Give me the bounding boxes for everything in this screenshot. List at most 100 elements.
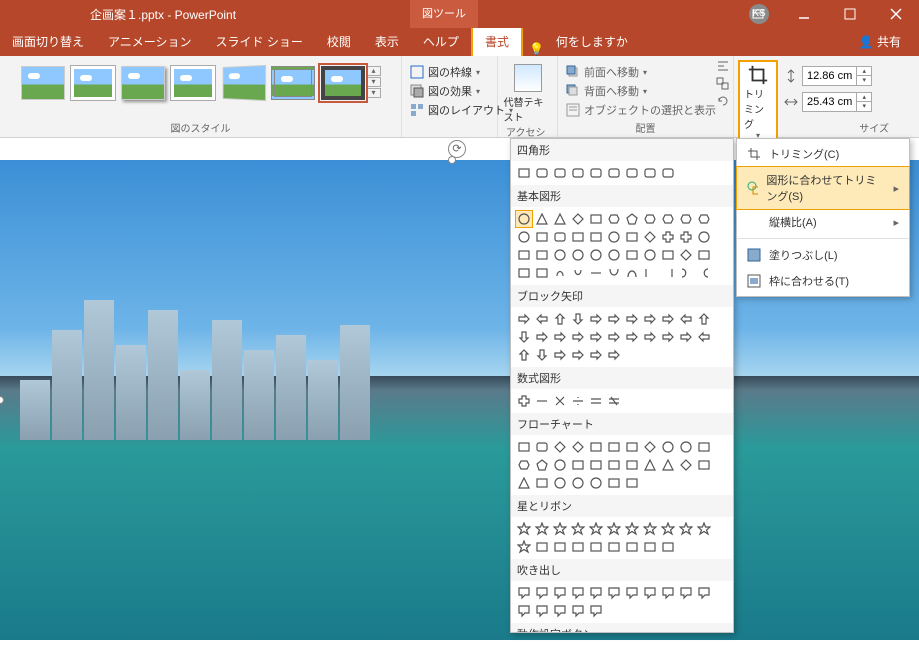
shape-option[interactable] bbox=[623, 474, 641, 492]
shape-option[interactable] bbox=[677, 228, 695, 246]
maximize-button[interactable] bbox=[827, 0, 873, 28]
shape-option[interactable] bbox=[533, 310, 551, 328]
shape-option[interactable] bbox=[587, 456, 605, 474]
crop-button[interactable]: トリミング ▾ bbox=[738, 60, 778, 144]
shape-option[interactable] bbox=[605, 538, 623, 556]
shape-option[interactable] bbox=[551, 228, 569, 246]
shape-option[interactable] bbox=[623, 310, 641, 328]
shape-option[interactable] bbox=[551, 246, 569, 264]
shape-option[interactable] bbox=[533, 602, 551, 620]
style-thumb-7[interactable] bbox=[321, 66, 365, 100]
shape-option[interactable] bbox=[605, 520, 623, 538]
shape-option[interactable] bbox=[659, 210, 677, 228]
tab-tellme[interactable]: 何をしますか bbox=[544, 27, 640, 56]
shape-option[interactable] bbox=[605, 310, 623, 328]
shape-option[interactable] bbox=[695, 584, 713, 602]
shape-option[interactable] bbox=[605, 228, 623, 246]
alt-text-button[interactable]: 代替テキスト bbox=[504, 60, 552, 124]
tab-review[interactable]: 校閲 bbox=[315, 27, 363, 56]
shape-option[interactable] bbox=[623, 456, 641, 474]
shape-option[interactable] bbox=[587, 584, 605, 602]
shape-option[interactable] bbox=[677, 456, 695, 474]
shape-option[interactable] bbox=[695, 246, 713, 264]
shape-option[interactable] bbox=[659, 584, 677, 602]
shape-option[interactable] bbox=[677, 264, 695, 282]
shape-option[interactable] bbox=[623, 210, 641, 228]
shape-option[interactable] bbox=[695, 520, 713, 538]
height-down[interactable]: ▾ bbox=[857, 76, 871, 85]
shape-option[interactable] bbox=[587, 602, 605, 620]
shape-option[interactable] bbox=[515, 228, 533, 246]
shape-option[interactable] bbox=[587, 264, 605, 282]
style-thumb-6[interactable] bbox=[271, 66, 315, 100]
shape-option[interactable] bbox=[641, 520, 659, 538]
shape-option[interactable] bbox=[695, 210, 713, 228]
menu-fit[interactable]: 枠に合わせる(T) bbox=[737, 268, 909, 294]
shape-option[interactable] bbox=[533, 246, 551, 264]
shape-option[interactable] bbox=[605, 584, 623, 602]
shape-option[interactable] bbox=[569, 210, 587, 228]
shape-option[interactable] bbox=[533, 584, 551, 602]
shape-option[interactable] bbox=[515, 310, 533, 328]
shape-option[interactable] bbox=[623, 584, 641, 602]
shape-option[interactable] bbox=[641, 246, 659, 264]
send-backward-button[interactable]: 背面へ移動 ▾ bbox=[566, 83, 716, 99]
shape-option[interactable] bbox=[695, 228, 713, 246]
shape-option[interactable] bbox=[515, 474, 533, 492]
shape-option[interactable] bbox=[533, 456, 551, 474]
shape-option[interactable] bbox=[515, 456, 533, 474]
shape-option[interactable] bbox=[623, 164, 641, 182]
shape-option[interactable] bbox=[695, 328, 713, 346]
shape-option[interactable] bbox=[551, 164, 569, 182]
shape-option[interactable] bbox=[569, 392, 587, 410]
shape-option[interactable] bbox=[659, 264, 677, 282]
tab-animations[interactable]: アニメーション bbox=[96, 27, 204, 56]
shape-option[interactable] bbox=[659, 538, 677, 556]
tab-slideshow[interactable]: スライド ショー bbox=[204, 27, 315, 56]
shape-option[interactable] bbox=[641, 264, 659, 282]
rotate-button[interactable] bbox=[716, 94, 730, 111]
resize-handle-top[interactable] bbox=[448, 156, 456, 164]
selection-pane-button[interactable]: オブジェクトの選択と表示 bbox=[566, 102, 716, 118]
height-input[interactable]: 12.86 cm▴▾ bbox=[802, 66, 872, 86]
shape-option[interactable] bbox=[623, 520, 641, 538]
shape-option[interactable] bbox=[677, 520, 695, 538]
shape-option[interactable] bbox=[623, 228, 641, 246]
shape-option[interactable] bbox=[659, 228, 677, 246]
share-button[interactable]: 👤 共有 bbox=[841, 27, 919, 56]
shape-option[interactable] bbox=[533, 538, 551, 556]
shape-option[interactable] bbox=[551, 328, 569, 346]
shape-option[interactable] bbox=[569, 328, 587, 346]
shape-option[interactable] bbox=[587, 246, 605, 264]
shape-option[interactable] bbox=[695, 264, 713, 282]
shape-option[interactable] bbox=[605, 246, 623, 264]
shape-option[interactable] bbox=[551, 584, 569, 602]
style-gallery[interactable] bbox=[21, 60, 365, 100]
shape-option[interactable] bbox=[605, 392, 623, 410]
align-button[interactable] bbox=[716, 60, 730, 77]
shape-option[interactable] bbox=[641, 584, 659, 602]
style-thumb-4[interactable] bbox=[171, 66, 215, 100]
shape-option[interactable] bbox=[515, 438, 533, 456]
shape-option[interactable] bbox=[569, 474, 587, 492]
shape-option[interactable] bbox=[659, 520, 677, 538]
shape-option[interactable] bbox=[641, 228, 659, 246]
shape-option[interactable] bbox=[569, 456, 587, 474]
shape-option[interactable] bbox=[641, 438, 659, 456]
shape-option[interactable] bbox=[605, 456, 623, 474]
menu-aspect-ratio[interactable]: 縦横比(A)▸ bbox=[737, 209, 909, 235]
shape-option[interactable] bbox=[551, 474, 569, 492]
minimize-button[interactable] bbox=[781, 0, 827, 28]
shape-option[interactable] bbox=[515, 520, 533, 538]
shape-option[interactable] bbox=[569, 246, 587, 264]
height-up[interactable]: ▴ bbox=[857, 67, 871, 76]
shape-option[interactable] bbox=[605, 264, 623, 282]
style-thumb-3[interactable] bbox=[121, 66, 165, 100]
shape-option[interactable] bbox=[605, 164, 623, 182]
shape-option[interactable] bbox=[551, 310, 569, 328]
shape-option[interactable] bbox=[605, 474, 623, 492]
shape-option[interactable] bbox=[551, 438, 569, 456]
shape-option[interactable] bbox=[623, 538, 641, 556]
shape-option[interactable] bbox=[515, 164, 533, 182]
shape-option[interactable] bbox=[587, 438, 605, 456]
